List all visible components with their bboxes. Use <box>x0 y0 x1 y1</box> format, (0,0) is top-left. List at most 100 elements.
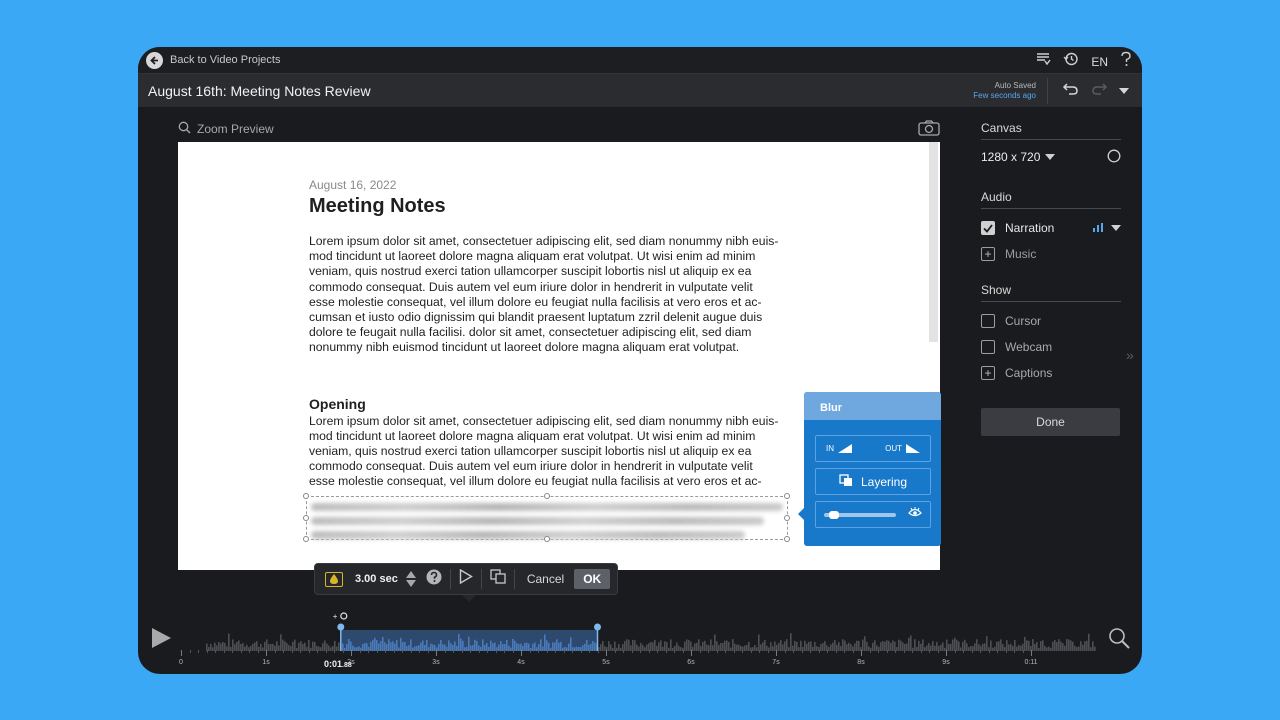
back-label: Back to Video Projects <box>170 54 281 66</box>
fade-out-button[interactable]: OUT <box>885 444 920 453</box>
minor-tick <box>954 650 956 653</box>
minor-tick <box>300 650 301 653</box>
tick-label: 6s <box>687 659 695 666</box>
document-paragraph: Lorem ipsum dolor sit amet, consectetuer… <box>309 234 809 356</box>
marker-handle[interactable] <box>337 623 345 631</box>
minor-tick <box>997 650 998 653</box>
camera-icon[interactable] <box>918 120 940 141</box>
waveform-bar <box>280 634 282 651</box>
fade-in-button[interactable]: IN <box>826 444 852 453</box>
resize-handle[interactable] <box>303 515 309 521</box>
waveform-bar <box>1088 633 1090 651</box>
timeline-ruler[interactable]: 0 1s 2s 3s 4s 5s 6s 7s 8s 9s 0:11 <box>179 650 1101 670</box>
tick-label: 4s <box>517 659 525 666</box>
blur-amount-slider[interactable] <box>824 510 896 519</box>
undo-redo-group <box>1062 81 1130 102</box>
timeline-search-icon[interactable] <box>1108 627 1130 654</box>
zoom-preview[interactable]: Zoom Preview <box>178 121 274 137</box>
add-music-icon[interactable]: + <box>981 247 995 261</box>
cursor-row[interactable]: Cursor <box>981 308 1121 334</box>
narration-row[interactable]: Narration <box>981 215 1121 241</box>
play-icon[interactable] <box>459 568 473 589</box>
resize-handle[interactable] <box>784 493 790 499</box>
help-icon[interactable] <box>426 569 442 590</box>
music-row[interactable]: + Music <box>981 241 1121 267</box>
search-icon <box>178 121 191 137</box>
background-color-swatch[interactable] <box>1107 149 1121 166</box>
webcam-row[interactable]: Webcam <box>981 334 1121 360</box>
effect-selection[interactable] <box>340 630 598 651</box>
minor-tick <box>419 650 420 653</box>
fade-in-label: IN <box>826 444 834 453</box>
current-time-main: 0:01 <box>324 659 343 669</box>
resize-handle[interactable] <box>784 536 790 542</box>
undo-icon[interactable] <box>1062 81 1080 102</box>
minor-tick <box>980 650 981 653</box>
cursor-checkbox[interactable] <box>981 314 995 328</box>
eye-icon[interactable] <box>908 506 922 524</box>
webcam-checkbox[interactable] <box>981 340 995 354</box>
history-icon[interactable] <box>1063 51 1079 72</box>
document-date: August 16, 2022 <box>309 178 397 192</box>
blur-effect-icon[interactable] <box>325 571 343 587</box>
minor-tick <box>274 650 276 653</box>
minor-tick <box>512 650 514 653</box>
blur-amount-row <box>815 501 931 528</box>
redo-icon[interactable] <box>1090 81 1108 102</box>
resize-handle[interactable] <box>303 493 309 499</box>
done-button[interactable]: Done <box>981 408 1120 436</box>
add-marker-icon[interactable] <box>340 612 348 620</box>
minor-tick <box>878 650 879 653</box>
canvas-size-dropdown[interactable]: 1280 x 720 <box>981 150 1056 164</box>
minor-tick <box>810 650 811 653</box>
ok-button[interactable]: OK <box>574 569 611 589</box>
duration-value[interactable]: 3.00 sec <box>355 573 398 585</box>
marker-handle[interactable] <box>594 623 601 631</box>
notes-icon[interactable] <box>1035 51 1051 72</box>
captions-row[interactable]: + Captions <box>981 360 1121 386</box>
music-label: Music <box>1005 247 1037 261</box>
minor-tick <box>725 650 726 653</box>
minor-tick <box>232 650 233 653</box>
help-icon[interactable] <box>1120 51 1132 72</box>
minor-tick <box>589 650 590 653</box>
tick-mark <box>776 650 777 656</box>
add-captions-icon[interactable]: + <box>981 366 995 380</box>
project-title[interactable]: August 16th: Meeting Notes Review <box>148 83 371 99</box>
chevron-down-icon[interactable] <box>1118 83 1130 101</box>
play-button[interactable] <box>150 627 172 654</box>
language-selector[interactable]: EN <box>1091 55 1108 69</box>
slider-handle[interactable] <box>829 510 840 519</box>
minor-tick <box>929 650 930 653</box>
blur-region[interactable] <box>303 493 790 542</box>
tick-label: 3s <box>432 659 440 666</box>
back-button[interactable]: Back to Video Projects <box>146 51 281 69</box>
resize-handle[interactable] <box>784 515 790 521</box>
minor-tick <box>572 650 573 653</box>
minor-tick <box>249 650 250 653</box>
tick-label: 7s <box>772 659 780 666</box>
minor-tick <box>708 650 709 653</box>
app-window: Back to Video Projects EN August 16th: M… <box>138 47 1142 674</box>
minor-tick <box>308 650 310 653</box>
minor-tick <box>444 650 446 653</box>
minor-tick <box>546 650 548 653</box>
canvas-scrollbar[interactable] <box>929 142 938 342</box>
cancel-button[interactable]: Cancel <box>527 572 564 586</box>
resize-handle[interactable] <box>544 536 550 542</box>
tick-label: 5s <box>602 659 610 666</box>
duration-stepper[interactable] <box>405 571 416 587</box>
duplicate-icon[interactable] <box>490 569 506 589</box>
minor-tick <box>410 650 412 653</box>
top-right-tools: EN <box>1035 51 1132 72</box>
resize-handle[interactable] <box>544 493 550 499</box>
resize-handle[interactable] <box>303 536 309 542</box>
minor-tick <box>827 650 828 653</box>
waveform-bar <box>954 637 956 651</box>
layering-button[interactable]: Layering <box>815 468 931 495</box>
chevron-right-icon[interactable]: » <box>1126 347 1134 363</box>
audio-waveform[interactable]: + <box>181 611 1101 651</box>
chevron-down-icon[interactable] <box>1111 221 1121 235</box>
tick-label: 0 <box>179 659 183 666</box>
narration-checkbox[interactable] <box>981 221 995 235</box>
